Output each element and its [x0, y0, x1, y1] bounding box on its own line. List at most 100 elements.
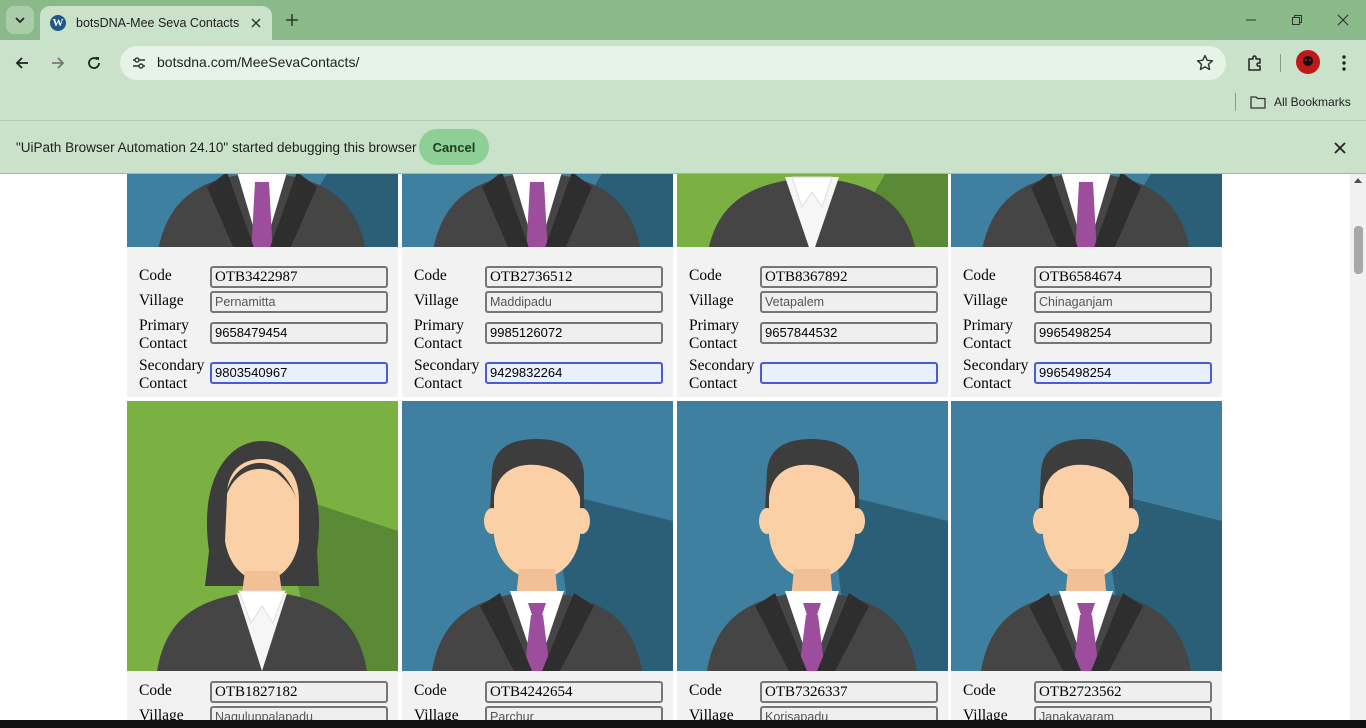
reload-button[interactable] [80, 49, 108, 77]
star-icon [1196, 54, 1214, 71]
bookmark-star-button[interactable] [1194, 52, 1216, 74]
village-field[interactable]: Korisapadu [760, 706, 938, 720]
secondary-contact-field[interactable] [760, 362, 938, 384]
infobar-message: "UiPath Browser Automation 24.10" starte… [16, 140, 417, 155]
village-label: Village [689, 707, 734, 720]
code-label: Code [963, 682, 996, 699]
contact-card: Code OTB4242654 Village Parchur [402, 401, 673, 720]
village-field[interactable]: Naguluppalapadu [210, 706, 388, 720]
tab-search-button[interactable] [6, 6, 34, 34]
debugging-infobar: "UiPath Browser Automation 24.10" starte… [0, 120, 1366, 174]
primary-contact-field[interactable]: 9965498254 [1034, 322, 1212, 344]
village-field[interactable]: Parchur [485, 706, 663, 720]
code-field[interactable]: OTB2736512 [485, 266, 663, 288]
village-field[interactable]: Maddipadu [485, 291, 663, 313]
secondary-contact-label: Secondary Contact [963, 357, 1028, 393]
forward-button[interactable] [44, 49, 72, 77]
code-label: Code [139, 267, 172, 284]
primary-contact-label: Primary Contact [963, 317, 1013, 353]
all-bookmarks-button[interactable]: All Bookmarks [1250, 91, 1351, 113]
village-field[interactable]: Vetapalem [760, 291, 938, 313]
secondary-label-line2: Contact [963, 375, 1012, 392]
secondary-label-line1: Secondary [139, 357, 205, 374]
secondary-contact-field[interactable]: 9429832264 [485, 362, 663, 384]
primary-label-line1: Primary [139, 317, 189, 334]
puzzle-icon [1248, 55, 1261, 71]
minimize-button[interactable] [1239, 8, 1263, 32]
tune-icon [133, 57, 145, 69]
secondary-contact-field[interactable]: 9965498254 [1034, 362, 1212, 384]
village-field[interactable]: Janakavaram [1034, 706, 1212, 720]
page-scrollbar[interactable] [1350, 174, 1366, 720]
close-window-button[interactable] [1331, 8, 1355, 32]
browser-toolbar: botsdna.com/MeeSevaContacts/ [0, 40, 1366, 86]
code-field[interactable]: OTB1827182 [210, 681, 388, 703]
all-bookmarks-label: All Bookmarks [1274, 95, 1351, 109]
scroll-up-arrow-icon[interactable] [1354, 178, 1362, 183]
village-label: Village [139, 707, 184, 720]
primary-contact-label: Primary Contact [139, 317, 189, 353]
bookmarks-bar: All Bookmarks [0, 86, 1366, 120]
village-label: Village [414, 707, 459, 720]
contact-card: Code OTB6584674 Village Chinaganjam Prim… [951, 174, 1222, 397]
toolbar-divider [1280, 54, 1281, 72]
code-field[interactable]: OTB8367892 [760, 266, 938, 288]
taskbar-edge [0, 720, 1366, 728]
village-label: Village [139, 292, 184, 309]
code-field[interactable]: OTB4242654 [485, 681, 663, 703]
female-avatar-icon [127, 401, 398, 671]
contact-card: Code OTB7326337 Village Korisapadu [677, 401, 948, 720]
wordpress-icon: W [50, 15, 66, 31]
browser-menu-button[interactable] [1332, 49, 1356, 77]
male-avatar-icon [951, 401, 1222, 671]
code-field[interactable]: OTB6584674 [1034, 266, 1212, 288]
village-label: Village [414, 292, 459, 309]
secondary-label-line2: Contact [689, 375, 738, 392]
contact-card: Code OTB2723562 Village Janakavaram [951, 401, 1222, 720]
tab-strip: W botsDNA-Mee Seva Contacts [0, 0, 1366, 40]
plus-icon [286, 14, 298, 26]
primary-contact-field[interactable]: 9658479454 [210, 322, 388, 344]
code-field[interactable]: OTB7326337 [760, 681, 938, 703]
cancel-debugging-button[interactable]: Cancel [419, 129, 489, 165]
village-field[interactable]: Chinaganjam [1034, 291, 1212, 313]
tab-close-button[interactable] [246, 13, 266, 33]
infobar-close-button[interactable] [1329, 137, 1351, 159]
url-text: botsdna.com/MeeSevaContacts/ [157, 54, 360, 70]
profile-avatar[interactable] [1296, 50, 1320, 74]
site-info-button[interactable] [128, 52, 150, 74]
village-field[interactable]: Pernamitta [210, 291, 388, 313]
primary-label-line2: Contact [414, 335, 463, 352]
kebab-menu-icon [1342, 55, 1346, 71]
profile-icon [1303, 56, 1313, 66]
secondary-label-line1: Secondary [414, 357, 480, 374]
code-field[interactable]: OTB3422987 [210, 266, 388, 288]
back-button[interactable] [8, 49, 36, 77]
male-avatar-icon [402, 401, 673, 671]
village-label: Village [963, 707, 1008, 720]
code-label: Code [963, 267, 996, 284]
contact-card: Code OTB1827182 Village Naguluppalapadu [127, 401, 398, 720]
secondary-contact-label: Secondary Contact [414, 357, 479, 393]
address-bar[interactable]: botsdna.com/MeeSevaContacts/ [120, 46, 1226, 80]
tab-title: botsDNA-Mee Seva Contacts [76, 16, 240, 30]
scrollbar-thumb[interactable] [1354, 226, 1363, 274]
primary-contact-field[interactable]: 9657844532 [760, 322, 938, 344]
secondary-label-line1: Secondary [689, 357, 755, 374]
arrow-right-icon [52, 57, 65, 69]
village-label: Village [689, 292, 734, 309]
restore-button[interactable] [1285, 8, 1309, 32]
contact-card: Code OTB8367892 Village Vetapalem Primar… [677, 174, 948, 397]
browser-tab[interactable]: W botsDNA-Mee Seva Contacts [40, 6, 272, 40]
code-field[interactable]: OTB2723562 [1034, 681, 1212, 703]
arrow-left-icon [15, 57, 28, 69]
extensions-button[interactable] [1242, 49, 1268, 77]
new-tab-button[interactable] [280, 8, 304, 32]
village-label: Village [963, 292, 1008, 309]
secondary-contact-field[interactable]: 9803540967 [210, 362, 388, 384]
contact-card: Code OTB3422987 Village Pernamitta Prima… [127, 174, 398, 397]
secondary-contact-label: Secondary Contact [139, 357, 204, 393]
folder-icon [1250, 96, 1266, 109]
code-label: Code [139, 682, 172, 699]
primary-contact-field[interactable]: 9985126072 [485, 322, 663, 344]
